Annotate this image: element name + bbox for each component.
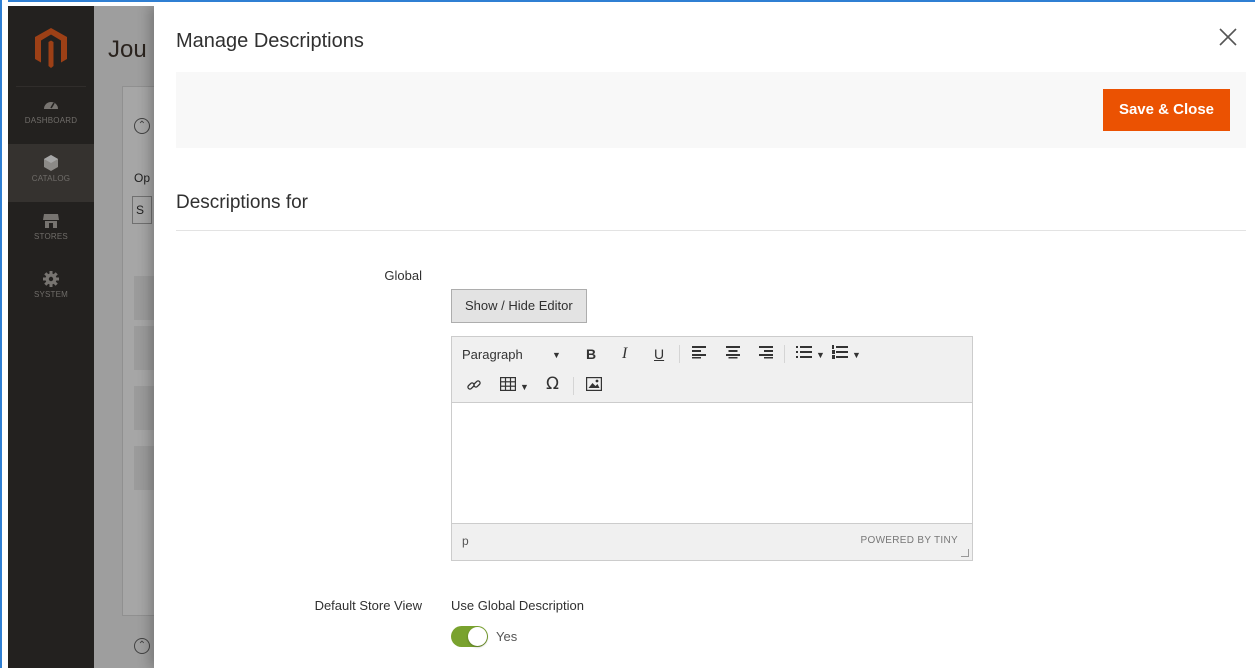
toggle-knob <box>468 627 487 646</box>
align-left-icon[interactable] <box>692 345 706 363</box>
default-store-view-label: Default Store View <box>314 598 422 613</box>
numbered-list-icon[interactable] <box>832 345 848 363</box>
underline-icon[interactable]: U <box>654 345 664 363</box>
powered-by-tiny-link[interactable]: POWERED BY TINY <box>861 535 958 546</box>
close-icon[interactable] <box>1215 24 1241 50</box>
use-global-description-toggle[interactable] <box>451 626 488 647</box>
toggle-value-label: Yes <box>496 629 518 644</box>
editor-statusbar: p POWERED BY TINY <box>452 523 972 560</box>
use-global-description-label: Use Global Description <box>451 598 584 613</box>
save-close-button[interactable]: Save & Close <box>1102 89 1230 131</box>
section-title: Descriptions for <box>176 192 308 213</box>
show-hide-editor-button[interactable]: Show / Hide Editor <box>451 289 587 323</box>
editor-content-area[interactable] <box>452 403 972 523</box>
numbered-list-caret-icon[interactable]: ▼ <box>852 346 861 364</box>
element-path[interactable]: p <box>462 534 469 548</box>
toolbar-separator <box>784 345 785 363</box>
special-character-icon[interactable]: Ω <box>546 375 559 393</box>
toolbar-separator <box>679 345 680 363</box>
toolbar-separator <box>573 377 574 395</box>
global-label: Global <box>384 268 422 283</box>
window-frame-left <box>0 0 8 668</box>
manage-descriptions-modal: Manage Descriptions Save & Close Descrip… <box>154 6 1255 668</box>
format-dropdown-caret-icon[interactable]: ▼ <box>552 346 561 364</box>
resize-handle-icon[interactable] <box>961 549 969 557</box>
bullet-list-caret-icon[interactable]: ▼ <box>816 346 825 364</box>
window-frame-top <box>0 0 1255 6</box>
modal-toolbar: Save & Close <box>176 72 1246 148</box>
link-icon[interactable] <box>466 377 482 397</box>
bold-icon[interactable]: B <box>586 345 596 363</box>
modal-title: Manage Descriptions <box>176 30 364 52</box>
table-icon[interactable] <box>500 377 517 395</box>
format-select[interactable]: Paragraph <box>462 346 523 364</box>
section-divider <box>176 230 1246 231</box>
modal-overlay[interactable] <box>8 6 154 668</box>
table-caret-icon[interactable]: ▼ <box>520 378 529 396</box>
bullet-list-icon[interactable] <box>796 345 812 363</box>
align-right-icon[interactable] <box>759 345 773 363</box>
insert-image-icon[interactable] <box>586 377 603 395</box>
align-center-icon[interactable] <box>726 345 740 363</box>
wysiwyg-editor: Paragraph ▼ B I U ▼ ▼ ▼ Ω p POWERED BY T… <box>451 336 973 561</box>
italic-icon[interactable]: I <box>622 345 627 363</box>
editor-toolbar: Paragraph ▼ B I U ▼ ▼ ▼ Ω <box>452 337 972 403</box>
